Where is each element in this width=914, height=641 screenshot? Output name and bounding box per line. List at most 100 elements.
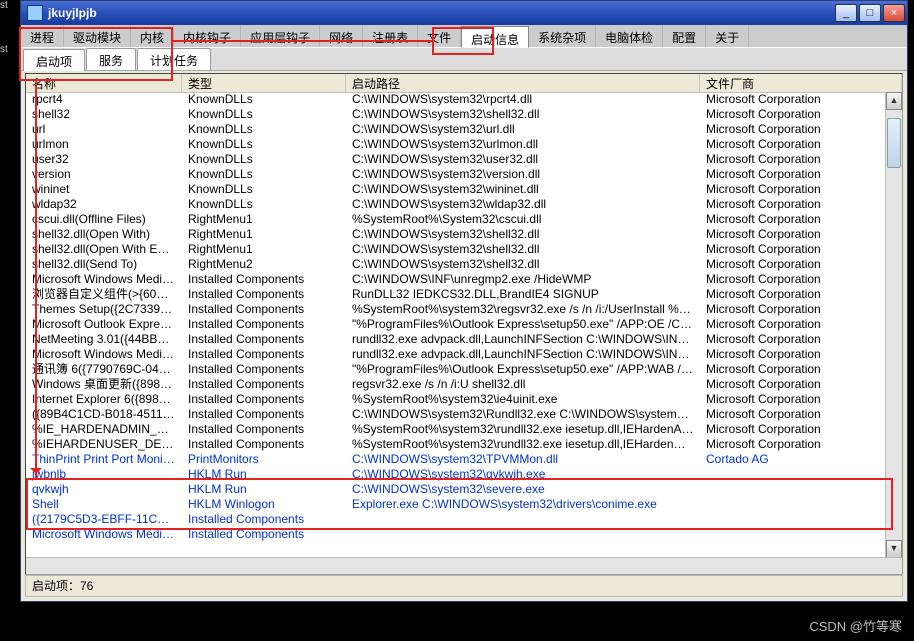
cell: Microsoft Corporation (700, 137, 886, 152)
cell: Microsoft Corporation (700, 167, 886, 182)
watermark: CSDN @竹等寒 (809, 616, 902, 635)
main-tab-9[interactable]: 系统杂项 (529, 25, 596, 47)
cell: Microsoft Corporation (700, 122, 886, 137)
main-tab-1[interactable]: 驱动模块 (64, 25, 131, 47)
close-button[interactable]: × (883, 4, 905, 22)
main-tab-7[interactable]: 文件 (418, 25, 461, 47)
table-row[interactable]: Microsoft Windows Media Pla…Installed Co… (26, 527, 886, 542)
cell: KnownDLLs (182, 107, 346, 122)
list-view[interactable]: 名称 类型 启动路径 文件厂商 rpcrt4KnownDLLsC:\WINDOW… (25, 73, 903, 575)
main-tab-2[interactable]: 内核 (131, 25, 174, 47)
table-row[interactable]: 通讯簿 6({7790769C-0471-1…Installed Compone… (26, 362, 886, 377)
col-path[interactable]: 启动路径 (346, 74, 700, 93)
table-row[interactable]: wldap32KnownDLLsC:\WINDOWS\system32\wlda… (26, 197, 886, 212)
main-tab-3[interactable]: 内核钩子 (174, 25, 241, 47)
cell: KnownDLLs (182, 167, 346, 182)
table-row[interactable]: ShellHKLM WinlogonExplorer.exe C:\WINDOW… (26, 497, 886, 512)
cell: Microsoft Corporation (700, 182, 886, 197)
sub-tab-2[interactable]: 计划任务 (137, 48, 211, 70)
table-row[interactable]: jwbnlbHKLM RunC:\WINDOWS\system32\qvkwjh… (26, 467, 886, 482)
app-icon (27, 5, 43, 21)
sub-tab-0[interactable]: 启动项 (23, 49, 85, 71)
table-row[interactable]: rpcrt4KnownDLLsC:\WINDOWS\system32\rpcrt… (26, 92, 886, 107)
scroll-up-button[interactable]: ▲ (886, 92, 902, 110)
table-row[interactable]: ({2179C5D3-EBFF-11CF-B6F…Installed Compo… (26, 512, 886, 527)
cell: C:\WINDOWS\system32\Rundll32.exe C:\WIND… (346, 407, 700, 422)
table-row[interactable]: urlmonKnownDLLsC:\WINDOWS\system32\urlmo… (26, 137, 886, 152)
scroll-down-button[interactable]: ▼ (886, 540, 902, 558)
cell: RunDLL32 IEDKCS32.DLL,BrandIE4 SIGNUP (346, 287, 700, 302)
cell: C:\WINDOWS\system32\version.dll (346, 167, 700, 182)
cell: Shell (26, 497, 182, 512)
cell: Microsoft Corporation (700, 407, 886, 422)
scroll-thumb[interactable] (887, 118, 901, 168)
table-row[interactable]: Microsoft Outlook Express 6(…Installed C… (26, 317, 886, 332)
table-row[interactable]: %IE_HARDENADMIN_BASE_D…Installed Compone… (26, 422, 886, 437)
main-tab-10[interactable]: 电脑体检 (596, 25, 663, 47)
table-row[interactable]: Themes Setup({2C7339CF-2…Installed Compo… (26, 302, 886, 317)
cell: rundll32.exe advpack.dll,LaunchINFSectio… (346, 347, 700, 362)
vertical-scrollbar[interactable]: ▲ ▼ (885, 92, 902, 558)
status-bar: 启动项：76 (25, 575, 903, 597)
cell: Microsoft Corporation (700, 347, 886, 362)
horizontal-scrollbar[interactable] (26, 557, 902, 574)
table-row[interactable]: user32KnownDLLsC:\WINDOWS\system32\user3… (26, 152, 886, 167)
table-row[interactable]: wininetKnownDLLsC:\WINDOWS\system32\wini… (26, 182, 886, 197)
cell: jwbnlb (26, 467, 182, 482)
table-row[interactable]: shell32.dll(Send To)RightMenu2C:\WINDOWS… (26, 257, 886, 272)
table-row[interactable]: Windows 桌面更新({898202…Installed Component… (26, 377, 886, 392)
minimize-button[interactable]: _ (835, 4, 857, 22)
table-row[interactable]: shell32.dll(Open With)RightMenu1C:\WINDO… (26, 227, 886, 242)
cell: C:\WINDOWS\system32\shell32.dll (346, 242, 700, 257)
cell: C:\WINDOWS\system32\user32.dll (346, 152, 700, 167)
table-row[interactable]: urlKnownDLLsC:\WINDOWS\system32\url.dllM… (26, 122, 886, 137)
cell: Microsoft Corporation (700, 392, 886, 407)
cell: Microsoft Corporation (700, 212, 886, 227)
cell: Microsoft Corporation (700, 197, 886, 212)
cell: RightMenu1 (182, 212, 346, 227)
table-row[interactable]: ThinPrint Print Port Monitor f…PrintMoni… (26, 452, 886, 467)
cell: Microsoft Corporation (700, 302, 886, 317)
table-row[interactable]: versionKnownDLLsC:\WINDOWS\system32\vers… (26, 167, 886, 182)
cell: Microsoft Corporation (700, 242, 886, 257)
maximize-button[interactable]: □ (859, 4, 881, 22)
column-headers[interactable]: 名称 类型 启动路径 文件厂商 (26, 74, 902, 93)
table-row[interactable]: shell32.dll(Open With Encryp…RightMenu1C… (26, 242, 886, 257)
table-row[interactable]: ({89B4C1CD-B018-4511-B0A…Installed Compo… (26, 407, 886, 422)
main-tab-0[interactable]: 进程 (21, 25, 64, 47)
table-row[interactable]: cscui.dll(Offline Files)RightMenu1%Syste… (26, 212, 886, 227)
cell: Installed Components (182, 362, 346, 377)
main-tab-12[interactable]: 关于 (706, 25, 749, 47)
cell: Microsoft Corporation (700, 437, 886, 452)
sub-tab-1[interactable]: 服务 (86, 48, 136, 70)
table-row[interactable]: Microsoft Windows Media Pla…Installed Co… (26, 347, 886, 362)
cell (700, 497, 886, 512)
table-row[interactable]: shell32KnownDLLsC:\WINDOWS\system32\shel… (26, 107, 886, 122)
main-tab-8[interactable]: 启动信息 (461, 26, 529, 48)
main-tab-4[interactable]: 应用层钩子 (241, 25, 320, 47)
col-vendor[interactable]: 文件厂商 (700, 74, 902, 93)
status-text: 启动项：76 (32, 579, 93, 593)
table-row[interactable]: NetMeeting 3.01({44BBA842…Installed Comp… (26, 332, 886, 347)
cell: Microsoft Windows Media Pla… (26, 347, 182, 362)
cell: Windows 桌面更新({898202… (26, 377, 182, 392)
col-type[interactable]: 类型 (182, 74, 346, 93)
main-tab-11[interactable]: 配置 (663, 25, 706, 47)
table-row[interactable]: %IEHARDENUSER_DESC%({…Installed Componen… (26, 437, 886, 452)
cell (700, 527, 886, 542)
main-tab-6[interactable]: 注册表 (363, 25, 418, 47)
cell (700, 467, 886, 482)
cell: C:\WINDOWS\system32\qvkwjh.exe (346, 467, 700, 482)
col-name[interactable]: 名称 (26, 74, 182, 93)
cell: C:\WINDOWS\system32\wininet.dll (346, 182, 700, 197)
cell: HKLM Run (182, 467, 346, 482)
table-row[interactable]: 浏览器自定义组件(>{60B4…Installed ComponentsRunD… (26, 287, 886, 302)
table-row[interactable]: Microsoft Windows Media Pla…Installed Co… (26, 272, 886, 287)
table-row[interactable]: Internet Explorer 6({898202…Installed Co… (26, 392, 886, 407)
terminal-stripe: stst (0, 0, 20, 320)
main-tab-5[interactable]: 网络 (320, 25, 363, 47)
table-row[interactable]: qvkwjhHKLM RunC:\WINDOWS\system32\severe… (26, 482, 886, 497)
cell: RightMenu1 (182, 242, 346, 257)
cell: C:\WINDOWS\system32\url.dll (346, 122, 700, 137)
title-bar[interactable]: jkuyjlpjb _ □ × (21, 1, 907, 25)
